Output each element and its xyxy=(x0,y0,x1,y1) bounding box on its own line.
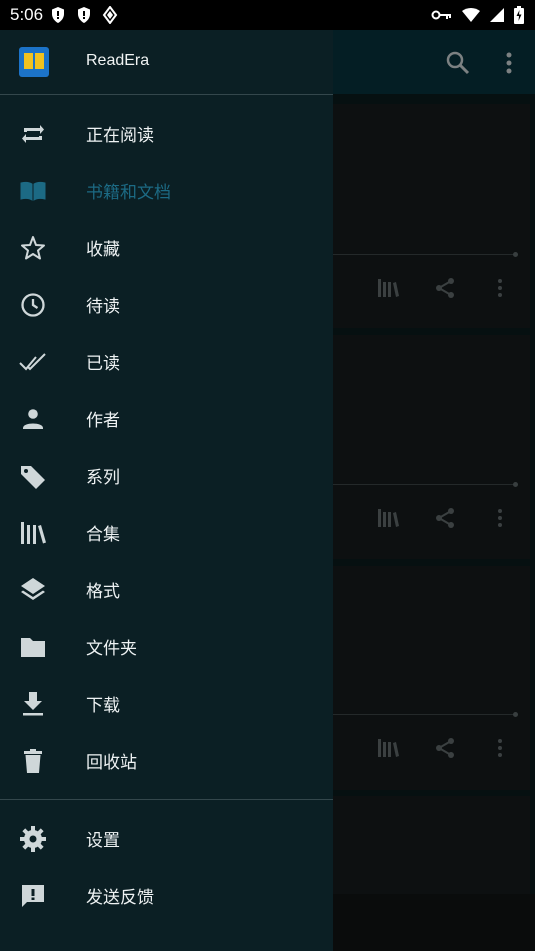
drawer-header: ReadEra xyxy=(0,30,333,94)
book-open-icon xyxy=(20,181,46,201)
app-title: ReadEra xyxy=(86,52,150,69)
signal-icon xyxy=(490,8,504,22)
shield-icon xyxy=(78,7,90,23)
clock-icon xyxy=(21,293,45,317)
menu-item-label: 系列 xyxy=(86,468,120,488)
double-check-icon xyxy=(19,353,46,371)
menu-item-reading-now[interactable]: 正在阅读 xyxy=(0,104,333,161)
app-logo xyxy=(19,47,49,77)
menu-item-label: 正在阅读 xyxy=(86,126,154,146)
star-outline-icon xyxy=(21,236,45,260)
tag-icon xyxy=(21,466,45,489)
divider xyxy=(0,799,333,800)
menu-item-trash[interactable]: 回收站 xyxy=(0,731,333,788)
wifi-icon xyxy=(462,8,480,22)
menu-item-label: 书籍和文档 xyxy=(86,183,171,203)
layers-icon xyxy=(21,578,45,600)
menu-item-label: 作者 xyxy=(86,411,120,431)
diamond-icon xyxy=(102,6,118,24)
status-notification-icons xyxy=(50,6,118,24)
person-icon xyxy=(23,409,43,429)
gear-icon xyxy=(20,826,46,852)
menu-item-books-documents[interactable]: 书籍和文档 xyxy=(0,161,333,218)
menu-item-send-feedback[interactable]: 发送反馈 xyxy=(0,866,333,923)
feedback-icon xyxy=(22,885,44,907)
menu-item-authors[interactable]: 作者 xyxy=(0,389,333,446)
menu-item-downloads[interactable]: 下载 xyxy=(0,674,333,731)
menu-item-favorites[interactable]: 收藏 xyxy=(0,218,333,275)
menu-item-formats[interactable]: 格式 xyxy=(0,560,333,617)
menu-item-to-read[interactable]: 待读 xyxy=(0,275,333,332)
download-icon xyxy=(23,692,43,716)
folder-icon xyxy=(21,638,45,657)
vpn-key-icon xyxy=(431,10,451,20)
status-system-icons xyxy=(431,6,525,24)
menu-item-label: 待读 xyxy=(86,297,120,317)
menu-item-label: 收藏 xyxy=(86,240,120,260)
trash-icon xyxy=(24,749,42,773)
menu-item-settings[interactable]: 设置 xyxy=(0,809,333,866)
navigation-drawer: ReadEra 正在阅读 书籍和文档 收藏 待读 已读 作者 系列 合集 格式 … xyxy=(0,30,333,951)
menu-item-collections[interactable]: 合集 xyxy=(0,503,333,560)
menu-item-label: 回收站 xyxy=(86,753,137,773)
menu-item-label: 发送反馈 xyxy=(86,888,154,908)
menu-item-label: 下载 xyxy=(86,696,120,716)
menu-item-label: 格式 xyxy=(86,582,120,602)
screen: 5:06 ReadEra 正在阅读 书籍和文档 收藏 待读 已读 作者 系列 合… xyxy=(0,0,535,951)
menu-item-label: 已读 xyxy=(86,354,120,374)
divider xyxy=(0,94,333,95)
menu-item-finished[interactable]: 已读 xyxy=(0,332,333,389)
battery-icon xyxy=(514,6,524,24)
repeat-icon xyxy=(22,125,44,143)
shield-icon xyxy=(52,7,64,23)
status-bar: 5:06 xyxy=(0,0,535,30)
menu-item-label: 合集 xyxy=(86,525,120,545)
menu-item-folders[interactable]: 文件夹 xyxy=(0,617,333,674)
menu-item-label: 文件夹 xyxy=(86,639,137,659)
menu-item-series[interactable]: 系列 xyxy=(0,446,333,503)
status-time: 5:06 xyxy=(10,5,44,24)
menu-item-label: 设置 xyxy=(86,831,120,851)
library-icon xyxy=(21,522,46,544)
